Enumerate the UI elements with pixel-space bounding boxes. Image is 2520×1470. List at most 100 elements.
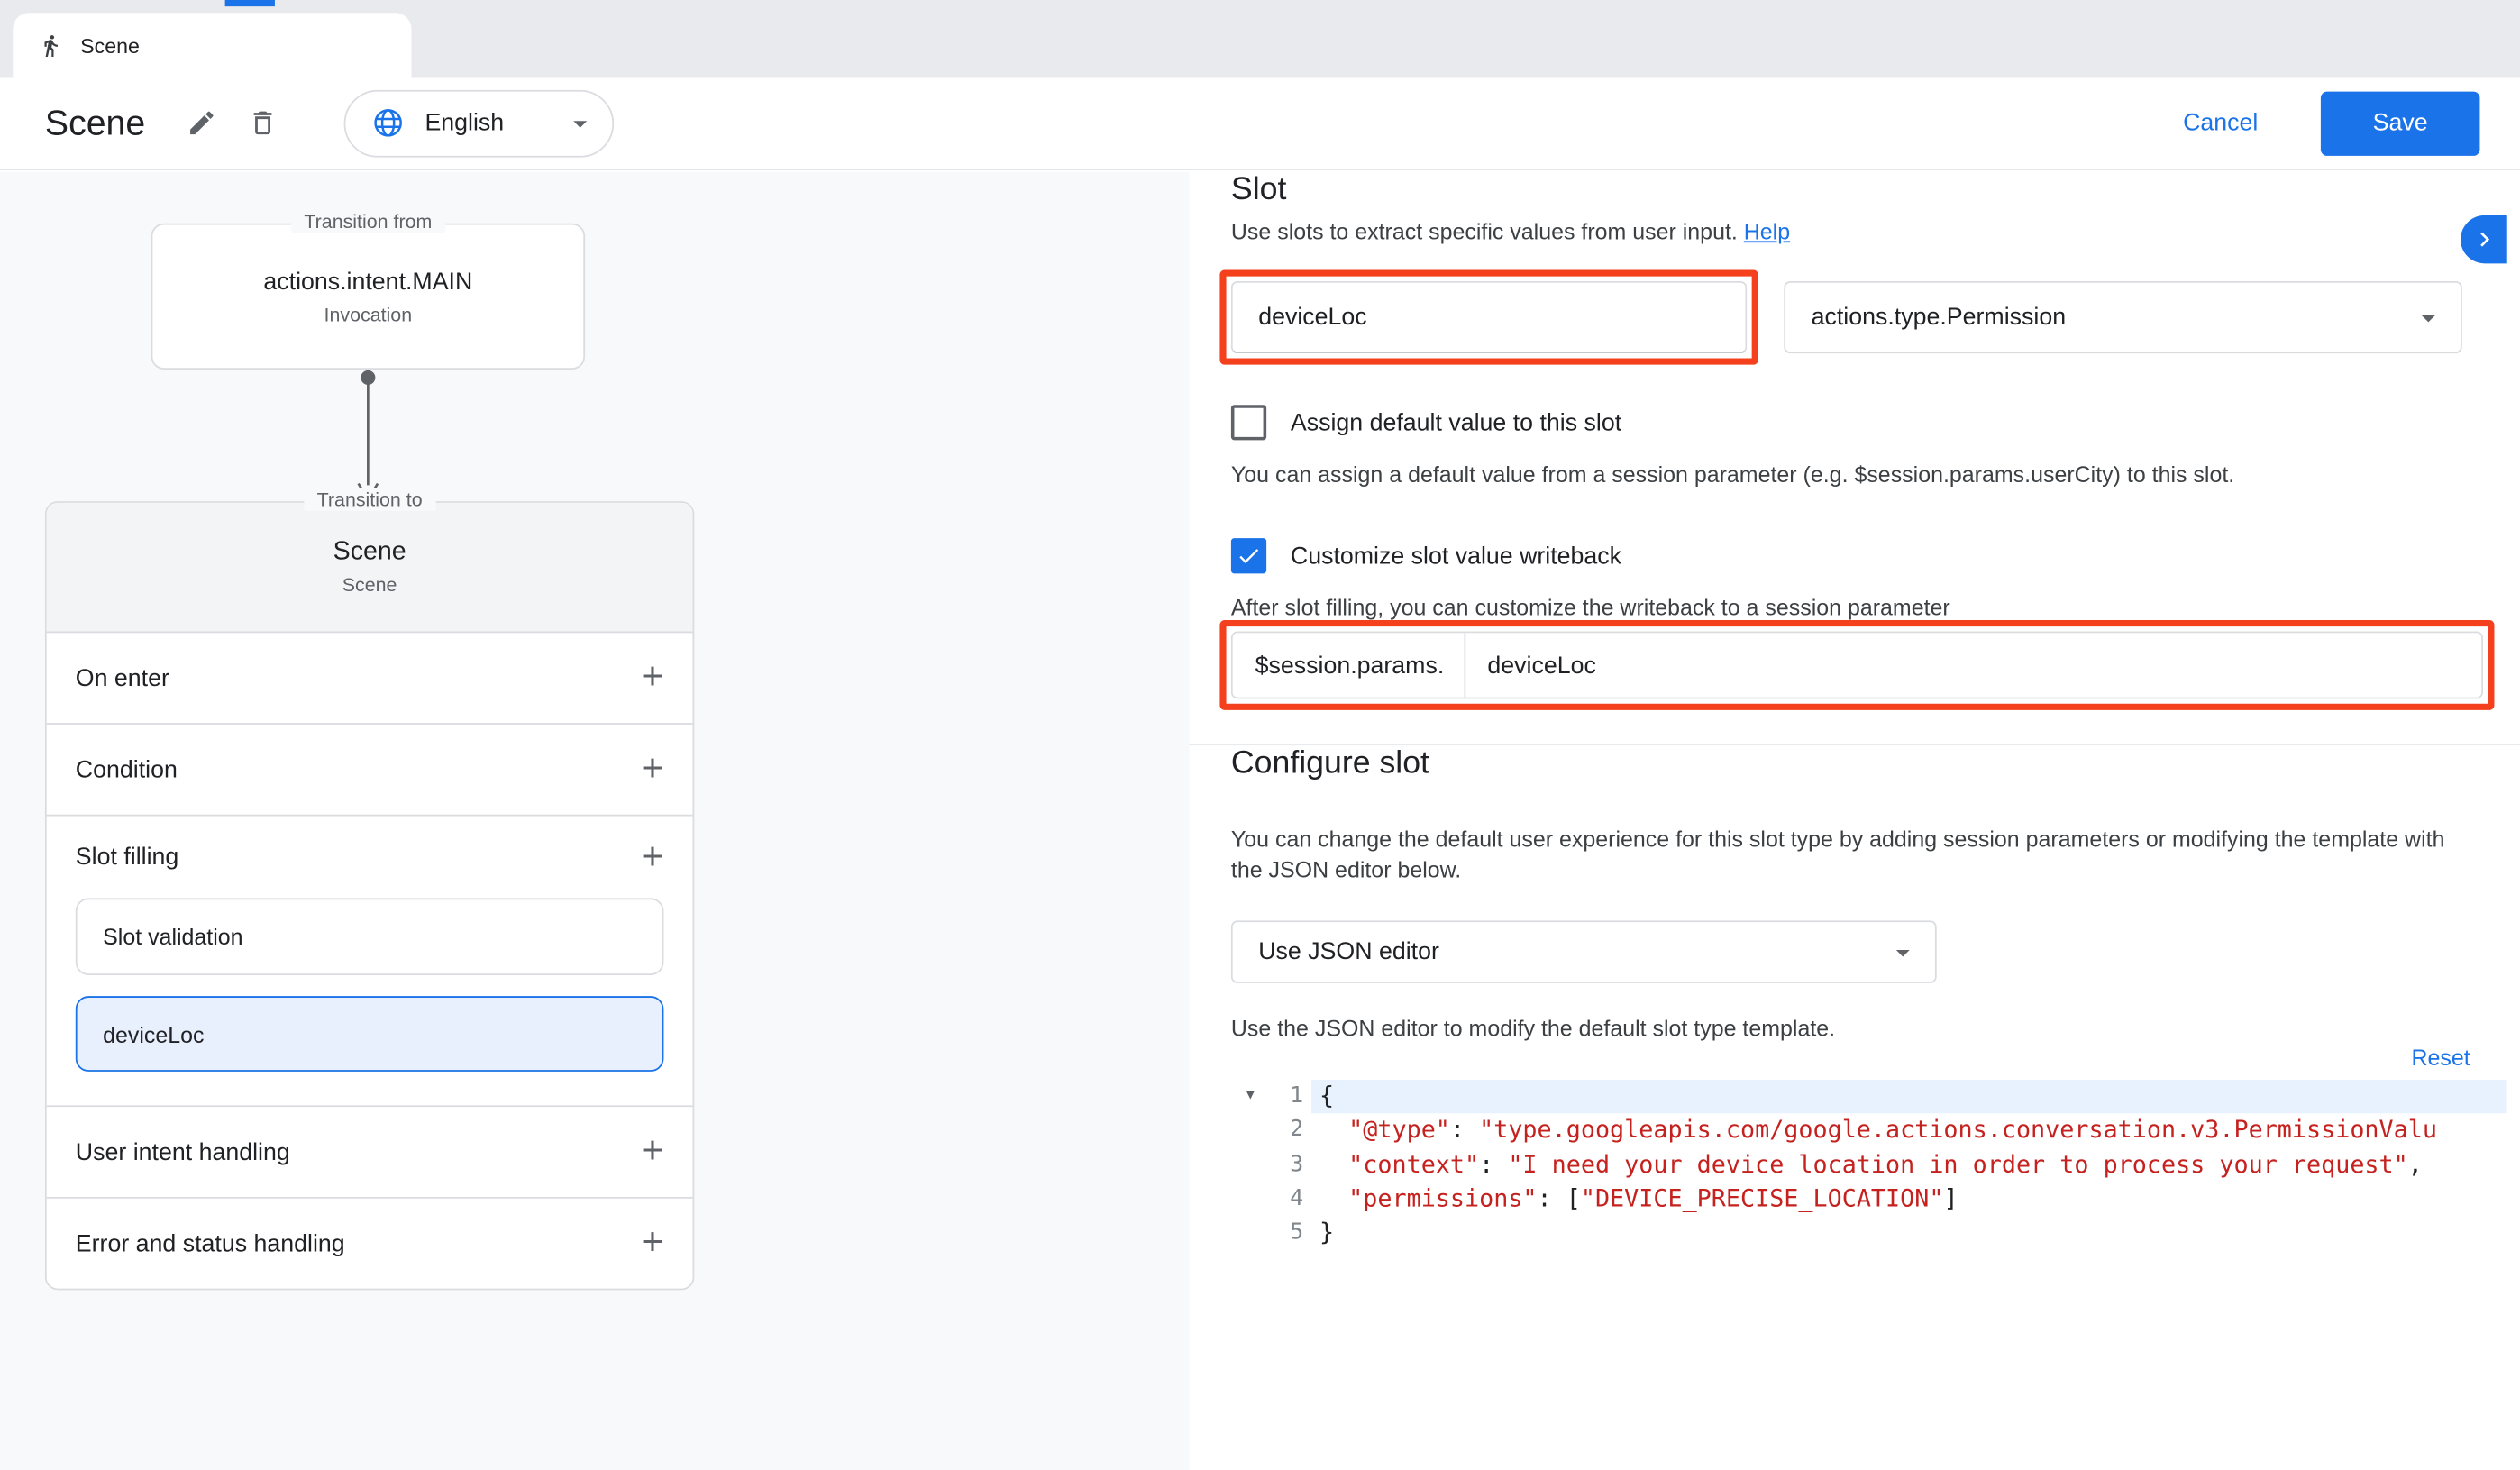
fold-arrow-icon [1234, 1148, 1266, 1182]
slot-description: Use slots to extract specific values fro… [1231, 218, 2520, 244]
transition-to-card: Transition to Scene Scene On enter + Con… [45, 501, 694, 1290]
reset-link[interactable]: Reset [2411, 1045, 2470, 1071]
chevron-down-icon [565, 107, 598, 140]
person-walk-icon [39, 33, 63, 58]
assign-default-row: Assign default value to this slot [1231, 405, 2520, 440]
transition-to-label: Transition to [304, 488, 434, 511]
line-number: 1 [1266, 1080, 1311, 1114]
app-window: Scene Scene English [0, 0, 2520, 1470]
slot-filling-header[interactable]: Slot filling + [47, 817, 693, 899]
writeback-input[interactable]: $session.params. deviceLoc [1231, 632, 2483, 699]
section-condition[interactable]: Condition + [47, 723, 693, 815]
page-header: Scene English Cancel Save [0, 78, 2520, 170]
editor-hint: Use the JSON editor to modify the defaul… [1231, 1016, 2520, 1042]
cancel-button[interactable]: Cancel [2173, 107, 2268, 138]
tab-scene[interactable]: Scene [13, 13, 411, 77]
code-line[interactable]: ▼1{ [1234, 1080, 2506, 1114]
code-line[interactable]: 5} [1234, 1217, 2506, 1251]
fold-arrow-icon[interactable]: ▼ [1234, 1080, 1266, 1114]
line-number: 5 [1266, 1217, 1311, 1251]
fold-arrow-icon [1234, 1114, 1266, 1148]
list-item-label: Slot validation [103, 924, 242, 950]
chevron-right-icon [2470, 225, 2498, 254]
add-condition-icon[interactable]: + [641, 753, 663, 786]
slot-name-row: deviceLoc actions.type.Permission [1219, 269, 2520, 364]
main-content: Transition from actions.intent.MAIN Invo… [0, 172, 2520, 1470]
code-text: "context": "I need your device location … [1311, 1148, 2507, 1182]
code-text: { [1311, 1080, 2507, 1114]
section-label: Error and status handling [76, 1230, 345, 1257]
code-line[interactable]: 4 "permissions": ["DEVICE_PRECISE_LOCATI… [1234, 1182, 2506, 1217]
writeback-help: After slot filling, you can customize th… [1231, 595, 2520, 621]
fold-arrow-icon [1234, 1217, 1266, 1251]
writeback-row: Customize slot value writeback [1231, 538, 2520, 573]
writeback-prefix: $session.params. [1233, 633, 1464, 697]
writeback-value: deviceLoc [1465, 633, 1595, 697]
code-text: "@type": "type.googleapis.com/google.act… [1311, 1114, 2507, 1148]
scene-card-header[interactable]: Scene Scene [47, 503, 693, 632]
chevron-down-icon [1886, 936, 1919, 968]
editor-mode-select[interactable]: Use JSON editor [1231, 920, 1937, 983]
add-intent-icon[interactable]: + [641, 1136, 663, 1168]
json-editor-lines: ▼1{2 "@type": "type.googleapis.com/googl… [1234, 1080, 2506, 1251]
section-error-status-handling[interactable]: Error and status handling + [47, 1197, 693, 1289]
editor-gutter: ▼1 [1234, 1080, 1311, 1114]
line-number: 2 [1266, 1114, 1311, 1148]
page-title: Scene [45, 102, 145, 143]
language-label: English [425, 109, 564, 136]
transition-from-label: Transition from [291, 211, 444, 233]
slot-deviceloc-item[interactable]: deviceLoc [76, 996, 664, 1072]
chevron-down-icon [2413, 301, 2445, 333]
slot-detail-panel: Slot Use slots to extract specific value… [1190, 172, 2520, 1470]
section-label: User intent handling [76, 1138, 290, 1165]
slot-name-input[interactable]: deviceLoc [1231, 281, 1747, 353]
tab-title: Scene [80, 33, 140, 58]
add-slot-icon[interactable]: + [641, 841, 663, 873]
globe-icon [372, 106, 406, 140]
json-editor[interactable]: ▼1{2 "@type": "type.googleapis.com/googl… [1234, 1080, 2506, 1356]
annotation-box-writeback: $session.params. deviceLoc [1219, 620, 2494, 710]
collapse-panel-button[interactable] [2461, 215, 2507, 263]
section-label: On enter [76, 664, 169, 691]
assign-default-checkbox[interactable] [1231, 405, 1266, 440]
writeback-label: Customize slot value writeback [1291, 543, 1621, 570]
scene-diagram-panel: Transition from actions.intent.MAIN Invo… [0, 172, 1190, 1470]
section-on-enter[interactable]: On enter + [47, 632, 693, 724]
line-number: 3 [1266, 1148, 1311, 1182]
delete-scene-button[interactable] [232, 92, 293, 153]
code-line[interactable]: 2 "@type": "type.googleapis.com/google.a… [1234, 1114, 2506, 1148]
save-button[interactable]: Save [2321, 91, 2480, 155]
slot-type-select[interactable]: actions.type.Permission [1784, 281, 2461, 353]
slot-description-text: Use slots to extract specific values fro… [1231, 218, 1738, 244]
edit-scene-button[interactable] [171, 92, 233, 153]
section-label: Slot filling [76, 844, 178, 871]
scene-title: Scene [333, 538, 406, 567]
transition-from-intent: actions.intent.MAIN [263, 268, 472, 295]
slot-name-value: deviceLoc [1258, 304, 1366, 331]
help-link[interactable]: Help [1744, 218, 1790, 244]
slot-type-value: actions.type.Permission [1812, 304, 2066, 331]
editor-mode-value: Use JSON editor [1258, 938, 1439, 965]
editor-gutter: 5 [1234, 1217, 1311, 1251]
configure-slot-heading: Configure slot [1231, 745, 2520, 782]
configure-description: You can change the default user experien… [1231, 824, 2452, 885]
transition-from-card[interactable]: Transition from actions.intent.MAIN Invo… [151, 224, 585, 370]
code-text: } [1311, 1217, 2507, 1251]
add-on-enter-icon[interactable]: + [641, 662, 663, 694]
language-selector[interactable]: English [344, 89, 615, 157]
slot-validation-item[interactable]: Slot validation [76, 898, 664, 975]
assign-default-label: Assign default value to this slot [1291, 409, 1621, 436]
section-slot-filling: Slot filling + Slot validation deviceLoc [47, 815, 693, 1106]
add-error-icon[interactable]: + [641, 1228, 663, 1260]
line-number: 4 [1266, 1182, 1311, 1217]
fold-arrow-icon [1234, 1182, 1266, 1217]
reset-row: Reset [1231, 1045, 2470, 1073]
browser-tabstrip: Scene [0, 0, 2520, 78]
slot-heading: Slot [1231, 172, 2520, 209]
annotation-box-slot-name: deviceLoc [1219, 269, 1758, 364]
writeback-checkbox[interactable] [1231, 538, 1266, 573]
code-line[interactable]: 3 "context": "I need your device locatio… [1234, 1148, 2506, 1182]
transition-from-subtitle: Invocation [324, 303, 413, 325]
section-user-intent-handling[interactable]: User intent handling + [47, 1105, 693, 1197]
editor-gutter: 4 [1234, 1182, 1311, 1217]
